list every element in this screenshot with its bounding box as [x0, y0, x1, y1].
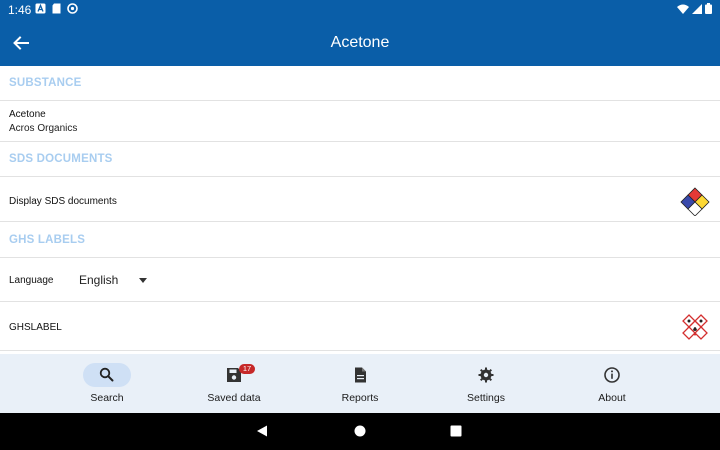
section-header-ghs: GHS LABELS — [9, 234, 86, 246]
nav-search-label: Search — [90, 392, 124, 404]
nav-settings[interactable]: Settings — [436, 354, 536, 413]
signal-icon — [692, 3, 702, 14]
ghs-label-text: GHSLABEL — [9, 322, 62, 333]
nav-reports-label: Reports — [341, 392, 379, 404]
dropdown-caret-icon — [139, 278, 147, 283]
substance-detail-list: SUBSTANCE Acetone Acros Organics SDS DOC… — [0, 66, 720, 354]
divider — [0, 221, 720, 222]
app-a-icon — [35, 3, 46, 14]
substance-supplier: Acros Organics — [9, 123, 78, 134]
divider — [0, 141, 720, 142]
nfpa-diamond-icon[interactable] — [680, 186, 710, 216]
system-recents-icon[interactable] — [449, 424, 463, 438]
system-back-icon[interactable] — [255, 424, 269, 438]
status-time: 1:46 — [8, 3, 32, 17]
substance-name: Acetone — [9, 109, 46, 120]
search-icon — [99, 367, 114, 382]
gear-icon — [478, 367, 494, 383]
nav-settings-label: Settings — [467, 392, 505, 404]
divider — [0, 100, 720, 101]
bottom-navigation: Search 17 Saved data Reports Settings Ab… — [0, 354, 720, 413]
nav-saved-data-label: Saved data — [207, 392, 261, 404]
divider — [0, 257, 720, 258]
nav-search[interactable]: Search — [57, 354, 157, 413]
nav-saved-data[interactable]: 17 Saved data — [184, 354, 284, 413]
ghs-pictogram-icon[interactable] — [680, 313, 710, 343]
status-system-icons — [677, 3, 712, 14]
info-icon — [604, 367, 620, 383]
nav-about-label: About — [598, 392, 626, 404]
document-icon — [355, 367, 366, 383]
divider — [0, 301, 720, 302]
sync-icon — [67, 3, 78, 14]
section-header-substance: SUBSTANCE — [9, 77, 82, 89]
section-header-sds: SDS DOCUMENTS — [9, 153, 113, 165]
screen: 1:46 Acetone SUBSTANCE Acetone Acros Org… — [0, 0, 720, 450]
divider — [0, 176, 720, 177]
system-home-icon[interactable] — [353, 424, 367, 438]
wifi-icon — [677, 4, 689, 14]
divider — [0, 350, 720, 351]
page-title: Acetone — [330, 34, 390, 51]
sds-documents-label: Display SDS documents — [9, 196, 117, 207]
app-bar: 1:46 Acetone — [0, 0, 720, 66]
saved-data-badge: 17 — [239, 364, 255, 374]
language-label: Language — [9, 275, 54, 286]
system-navigation-bar — [0, 413, 720, 450]
nav-reports[interactable]: Reports — [310, 354, 410, 413]
status-notification-icons — [35, 3, 78, 14]
battery-icon — [705, 3, 712, 14]
nav-about[interactable]: About — [562, 354, 662, 413]
language-value: English — [79, 273, 119, 287]
language-dropdown[interactable]: English — [79, 271, 154, 291]
sd-card-icon — [52, 3, 61, 14]
